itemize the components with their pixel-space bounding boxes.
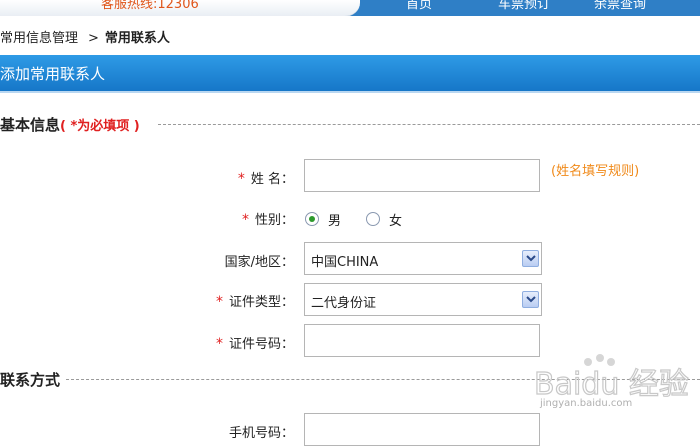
name-label-text: 姓 名： (250, 172, 294, 187)
nav-remaining-tickets[interactable]: 余票查询 (594, 0, 646, 12)
nav-ticket-booking[interactable]: 车票预订 (498, 0, 550, 12)
id-type-label: * 证件类型： (94, 291, 294, 310)
country-select[interactable]: 中国CHINA (304, 242, 542, 275)
section-basic-title: 基本信息 (0, 116, 61, 134)
gender-label: * 性别： (94, 209, 294, 228)
breadcrumb-separator: > (88, 31, 99, 46)
page-title: 添加常用联系人 (0, 65, 106, 83)
gender-male-radio[interactable] (305, 212, 319, 226)
watermark-url: jingyan.baidu.com (540, 398, 633, 409)
name-rules-link[interactable]: (姓名填写规则) (551, 160, 639, 179)
required-star: * (215, 336, 223, 352)
section-contact: 联系方式 (0, 369, 60, 390)
section-divider (158, 124, 700, 125)
required-star: * (215, 294, 223, 310)
baidu-jingyan-watermark: Baidu 经验 (533, 354, 690, 403)
id-type-select-value: 二代身份证 (311, 296, 377, 311)
required-hint: ( *为必填项 ) (60, 119, 140, 134)
name-label: * 姓 名： (94, 168, 294, 187)
country-select-value: 中国CHINA (311, 255, 379, 270)
required-star: * (241, 212, 249, 228)
section-header-bar: 添加常用联系人 (0, 55, 700, 93)
hotline-text: 客服热线:12306 (101, 0, 199, 12)
section-basic-info: 基本信息( *为必填项 ) (0, 114, 140, 135)
nav-home[interactable]: 首页 (406, 0, 432, 12)
phone-label-text: 手机号码： (228, 426, 294, 441)
id-type-select[interactable]: 二代身份证 (304, 283, 542, 316)
id-type-label-text: 证件类型： (228, 295, 294, 310)
breadcrumb-current: 常用联系人 (104, 31, 170, 46)
breadcrumb-parent[interactable]: 常用信息管理 (0, 31, 78, 46)
phone-input[interactable] (304, 413, 540, 446)
gender-label-text: 性别： (254, 213, 294, 228)
section-contact-title: 联系方式 (0, 371, 61, 389)
top-bar-left: 客服热线:12306 (0, 0, 360, 16)
chevron-down-icon[interactable] (522, 291, 539, 308)
gender-female-radio[interactable] (366, 212, 380, 226)
country-label: 国家/地区： (94, 251, 294, 270)
gender-female-label[interactable]: 女 (389, 210, 402, 229)
country-label-text: 国家/地区： (224, 255, 294, 270)
watermark-brand: Baidu 经验 (534, 367, 689, 402)
required-star: * (237, 171, 245, 187)
id-number-input[interactable] (304, 324, 540, 357)
id-number-label-text: 证件号码： (228, 337, 294, 352)
gender-male-label[interactable]: 男 (328, 210, 341, 229)
id-number-label: * 证件号码： (94, 333, 294, 352)
chevron-down-icon[interactable] (522, 250, 539, 267)
breadcrumb: 常用信息管理 > 常用联系人 (0, 27, 170, 46)
top-bar: 客服热线:12306 首页 车票预订 余票查询 (0, 0, 700, 16)
name-input[interactable] (304, 159, 540, 192)
